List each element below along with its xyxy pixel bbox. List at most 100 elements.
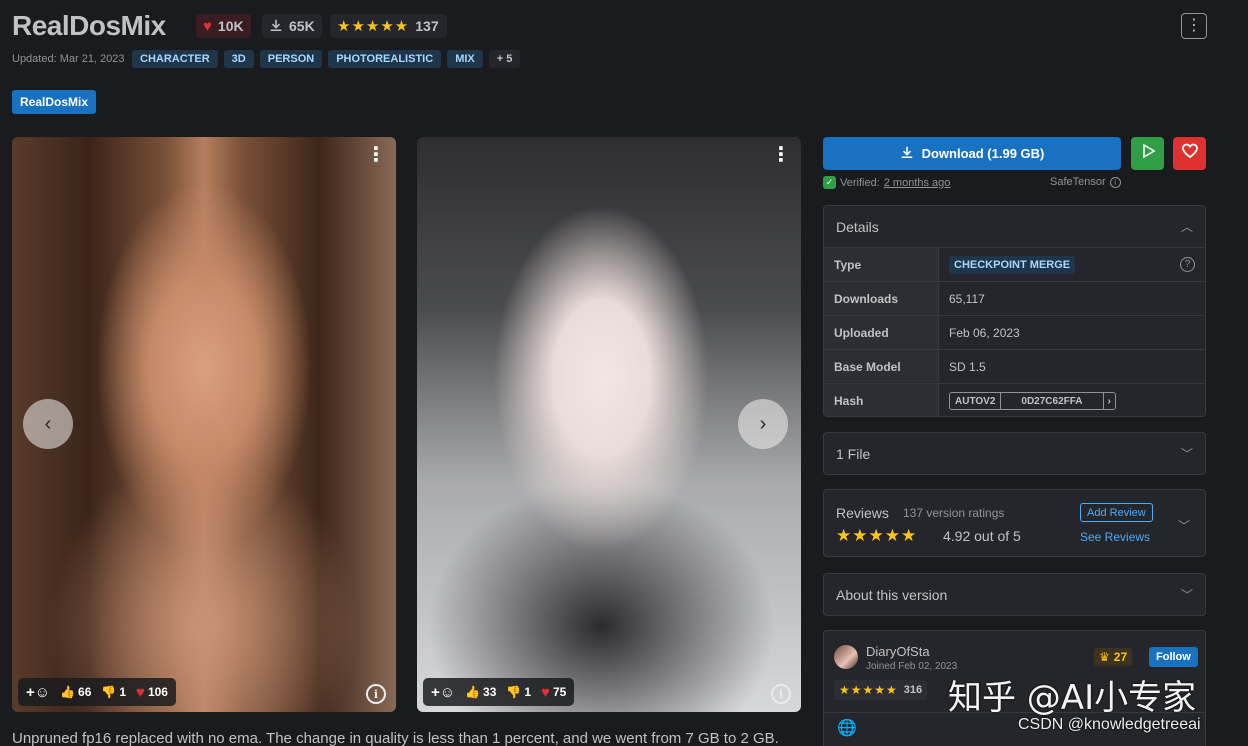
- tag-3d[interactable]: 3D: [223, 50, 254, 68]
- review-stars-icon: ★★★★★: [836, 526, 918, 545]
- tag-mix[interactable]: MIX: [447, 50, 483, 68]
- model-description: Unpruned fp16 replaced with no ema. The …: [12, 730, 779, 746]
- details-row-hash: Hash AUTOV2 0D27C62FFA ›: [824, 384, 1205, 416]
- verified-label: Verified:: [840, 176, 880, 189]
- info-icon[interactable]: i: [771, 684, 791, 704]
- row-label: Base Model: [824, 350, 939, 383]
- heart-outline-icon: [1181, 143, 1199, 164]
- reviews-count: 137 version ratings: [903, 506, 1005, 520]
- updated-date: Updated: Mar 21, 2023: [12, 53, 125, 65]
- shield-check-icon: ✓: [823, 176, 836, 189]
- crown-icon: ♛: [1099, 650, 1110, 664]
- download-label: Download (1.99 GB): [921, 146, 1045, 161]
- tag-list: CHARACTER 3D PERSON PHOTOREALISTIC MIX +…: [132, 50, 521, 68]
- dislike-reaction[interactable]: 👎 1: [506, 685, 531, 699]
- tag-photorealistic[interactable]: PHOTOREALISTIC: [328, 50, 442, 68]
- like-reaction[interactable]: 👍 66: [60, 685, 91, 699]
- row-label: Uploaded: [824, 316, 939, 349]
- thumbs-up-icon: 👍: [465, 685, 481, 699]
- details-row-uploaded: Uploaded Feb 06, 2023: [824, 316, 1205, 350]
- tag-character[interactable]: CHARACTER: [132, 50, 218, 68]
- files-panel[interactable]: 1 File ﹀: [823, 432, 1206, 475]
- download-button[interactable]: Download (1.99 GB): [823, 137, 1121, 170]
- favorite-button[interactable]: [1173, 137, 1206, 170]
- run-button[interactable]: [1131, 137, 1164, 170]
- image-menu-icon[interactable]: ⋮: [366, 145, 386, 165]
- row-value: SD 1.5: [949, 359, 986, 374]
- thumbs-down-icon: 👎: [506, 685, 522, 699]
- download-icon: [269, 18, 283, 35]
- details-row-base-model: Base Model SD 1.5: [824, 350, 1205, 384]
- chevron-down-icon[interactable]: ﹀: [1178, 517, 1190, 534]
- verified-time-link[interactable]: 2 months ago: [884, 177, 951, 189]
- files-label: 1 File: [836, 445, 871, 462]
- chevron-right-icon[interactable]: ›: [1104, 393, 1115, 409]
- review-average: 4.92 out of 5: [943, 528, 1021, 544]
- play-icon: [1140, 143, 1156, 164]
- file-format: SafeTensor i: [1050, 176, 1121, 188]
- dislike-count: 1: [524, 685, 532, 699]
- chevron-down-icon: ﹀: [1180, 588, 1193, 602]
- reviews-title: Reviews: [836, 505, 889, 521]
- creator-name[interactable]: DiaryOfSta: [866, 644, 930, 659]
- zhihu-watermark: 知乎 @AI小专家: [948, 678, 1197, 718]
- info-icon[interactable]: i: [1109, 176, 1121, 188]
- rank-value: 27: [1113, 650, 1128, 664]
- about-label: About this version: [836, 586, 948, 603]
- about-panel[interactable]: About this version ﹀: [823, 573, 1206, 616]
- row-label: Type: [824, 248, 939, 281]
- hash-widget[interactable]: AUTOV2 0D27C62FFA ›: [949, 392, 1116, 410]
- tag-more[interactable]: + 5: [488, 50, 521, 68]
- like-reaction[interactable]: 👍 33: [465, 685, 496, 699]
- model-title: RealDosMix: [12, 10, 166, 41]
- likes-count: 10K: [217, 18, 244, 34]
- chevron-up-icon: ︿: [1180, 220, 1193, 234]
- version-badge[interactable]: RealDosMix: [12, 90, 97, 114]
- row-value: 65,117: [949, 291, 985, 306]
- avatar[interactable]: [834, 645, 858, 669]
- add-review-button[interactable]: Add Review: [1080, 503, 1153, 522]
- add-reaction-icon[interactable]: +☺: [431, 684, 455, 701]
- thumbs-down-icon: 👎: [101, 685, 117, 699]
- add-reaction-icon[interactable]: +☺: [26, 684, 50, 701]
- heart-icon: ♥: [203, 17, 212, 35]
- type-badge: CHECKPOINT MERGE: [949, 255, 1076, 274]
- image-menu-icon[interactable]: ⋮: [771, 145, 791, 165]
- rating-stat[interactable]: ★★★★★ 137: [330, 14, 447, 38]
- thumbs-up-icon: 👍: [60, 685, 76, 699]
- gallery-prev-button[interactable]: ‹: [23, 399, 73, 449]
- question-icon[interactable]: ?: [1180, 257, 1195, 272]
- row-value: Feb 06, 2023: [949, 325, 1020, 340]
- follow-button[interactable]: Follow: [1149, 647, 1198, 667]
- dislike-reaction[interactable]: 👎 1: [101, 685, 126, 699]
- rating-count: 137: [415, 18, 439, 34]
- creator-rating-count: 316: [903, 684, 923, 696]
- likes-stat[interactable]: ♥ 10K: [196, 14, 251, 38]
- format-label: SafeTensor: [1050, 176, 1106, 188]
- creator-rank: ♛ 27: [1094, 648, 1133, 666]
- downloads-count: 65K: [289, 18, 315, 34]
- chevron-down-icon: ﹀: [1180, 447, 1193, 461]
- tag-person[interactable]: PERSON: [259, 50, 323, 68]
- reviews-panel: Reviews 137 version ratings ★★★★★ 4.92 o…: [823, 489, 1206, 557]
- creator-stats: ★★★★★ 316: [834, 680, 928, 700]
- info-icon[interactable]: i: [366, 684, 386, 704]
- gallery-image-2[interactable]: ⋮ › +☺ 👍 33 👎 1 ♥ 75 i: [417, 137, 801, 712]
- verified-status: ✓ Verified: 2 months ago: [823, 176, 950, 189]
- see-reviews-link[interactable]: See Reviews: [1080, 530, 1150, 544]
- hash-type[interactable]: AUTOV2: [950, 393, 1002, 409]
- heart-reaction[interactable]: ♥ 106: [136, 684, 168, 701]
- row-label: Downloads: [824, 282, 939, 315]
- heart-reaction[interactable]: ♥ 75: [541, 684, 566, 701]
- more-options-button[interactable]: ⋮: [1181, 13, 1207, 39]
- dislike-count: 1: [119, 685, 127, 699]
- details-header[interactable]: Details ︿: [824, 206, 1205, 248]
- details-row-type: Type CHECKPOINT MERGE ?: [824, 248, 1205, 282]
- globe-icon[interactable]: 🌐: [837, 718, 857, 738]
- gallery-image-1[interactable]: ⋮ ‹ +☺ 👍 66 👎 1 ♥ 106 i: [12, 137, 396, 712]
- rating-stars-icon: ★★★★★: [337, 18, 410, 35]
- image-reactions: +☺ 👍 33 👎 1 ♥ 75: [423, 678, 575, 706]
- gallery-next-button[interactable]: ›: [738, 399, 788, 449]
- hash-value[interactable]: 0D27C62FFA: [1001, 393, 1104, 409]
- csdn-watermark: CSDN @knowledgetreeai: [1018, 716, 1201, 733]
